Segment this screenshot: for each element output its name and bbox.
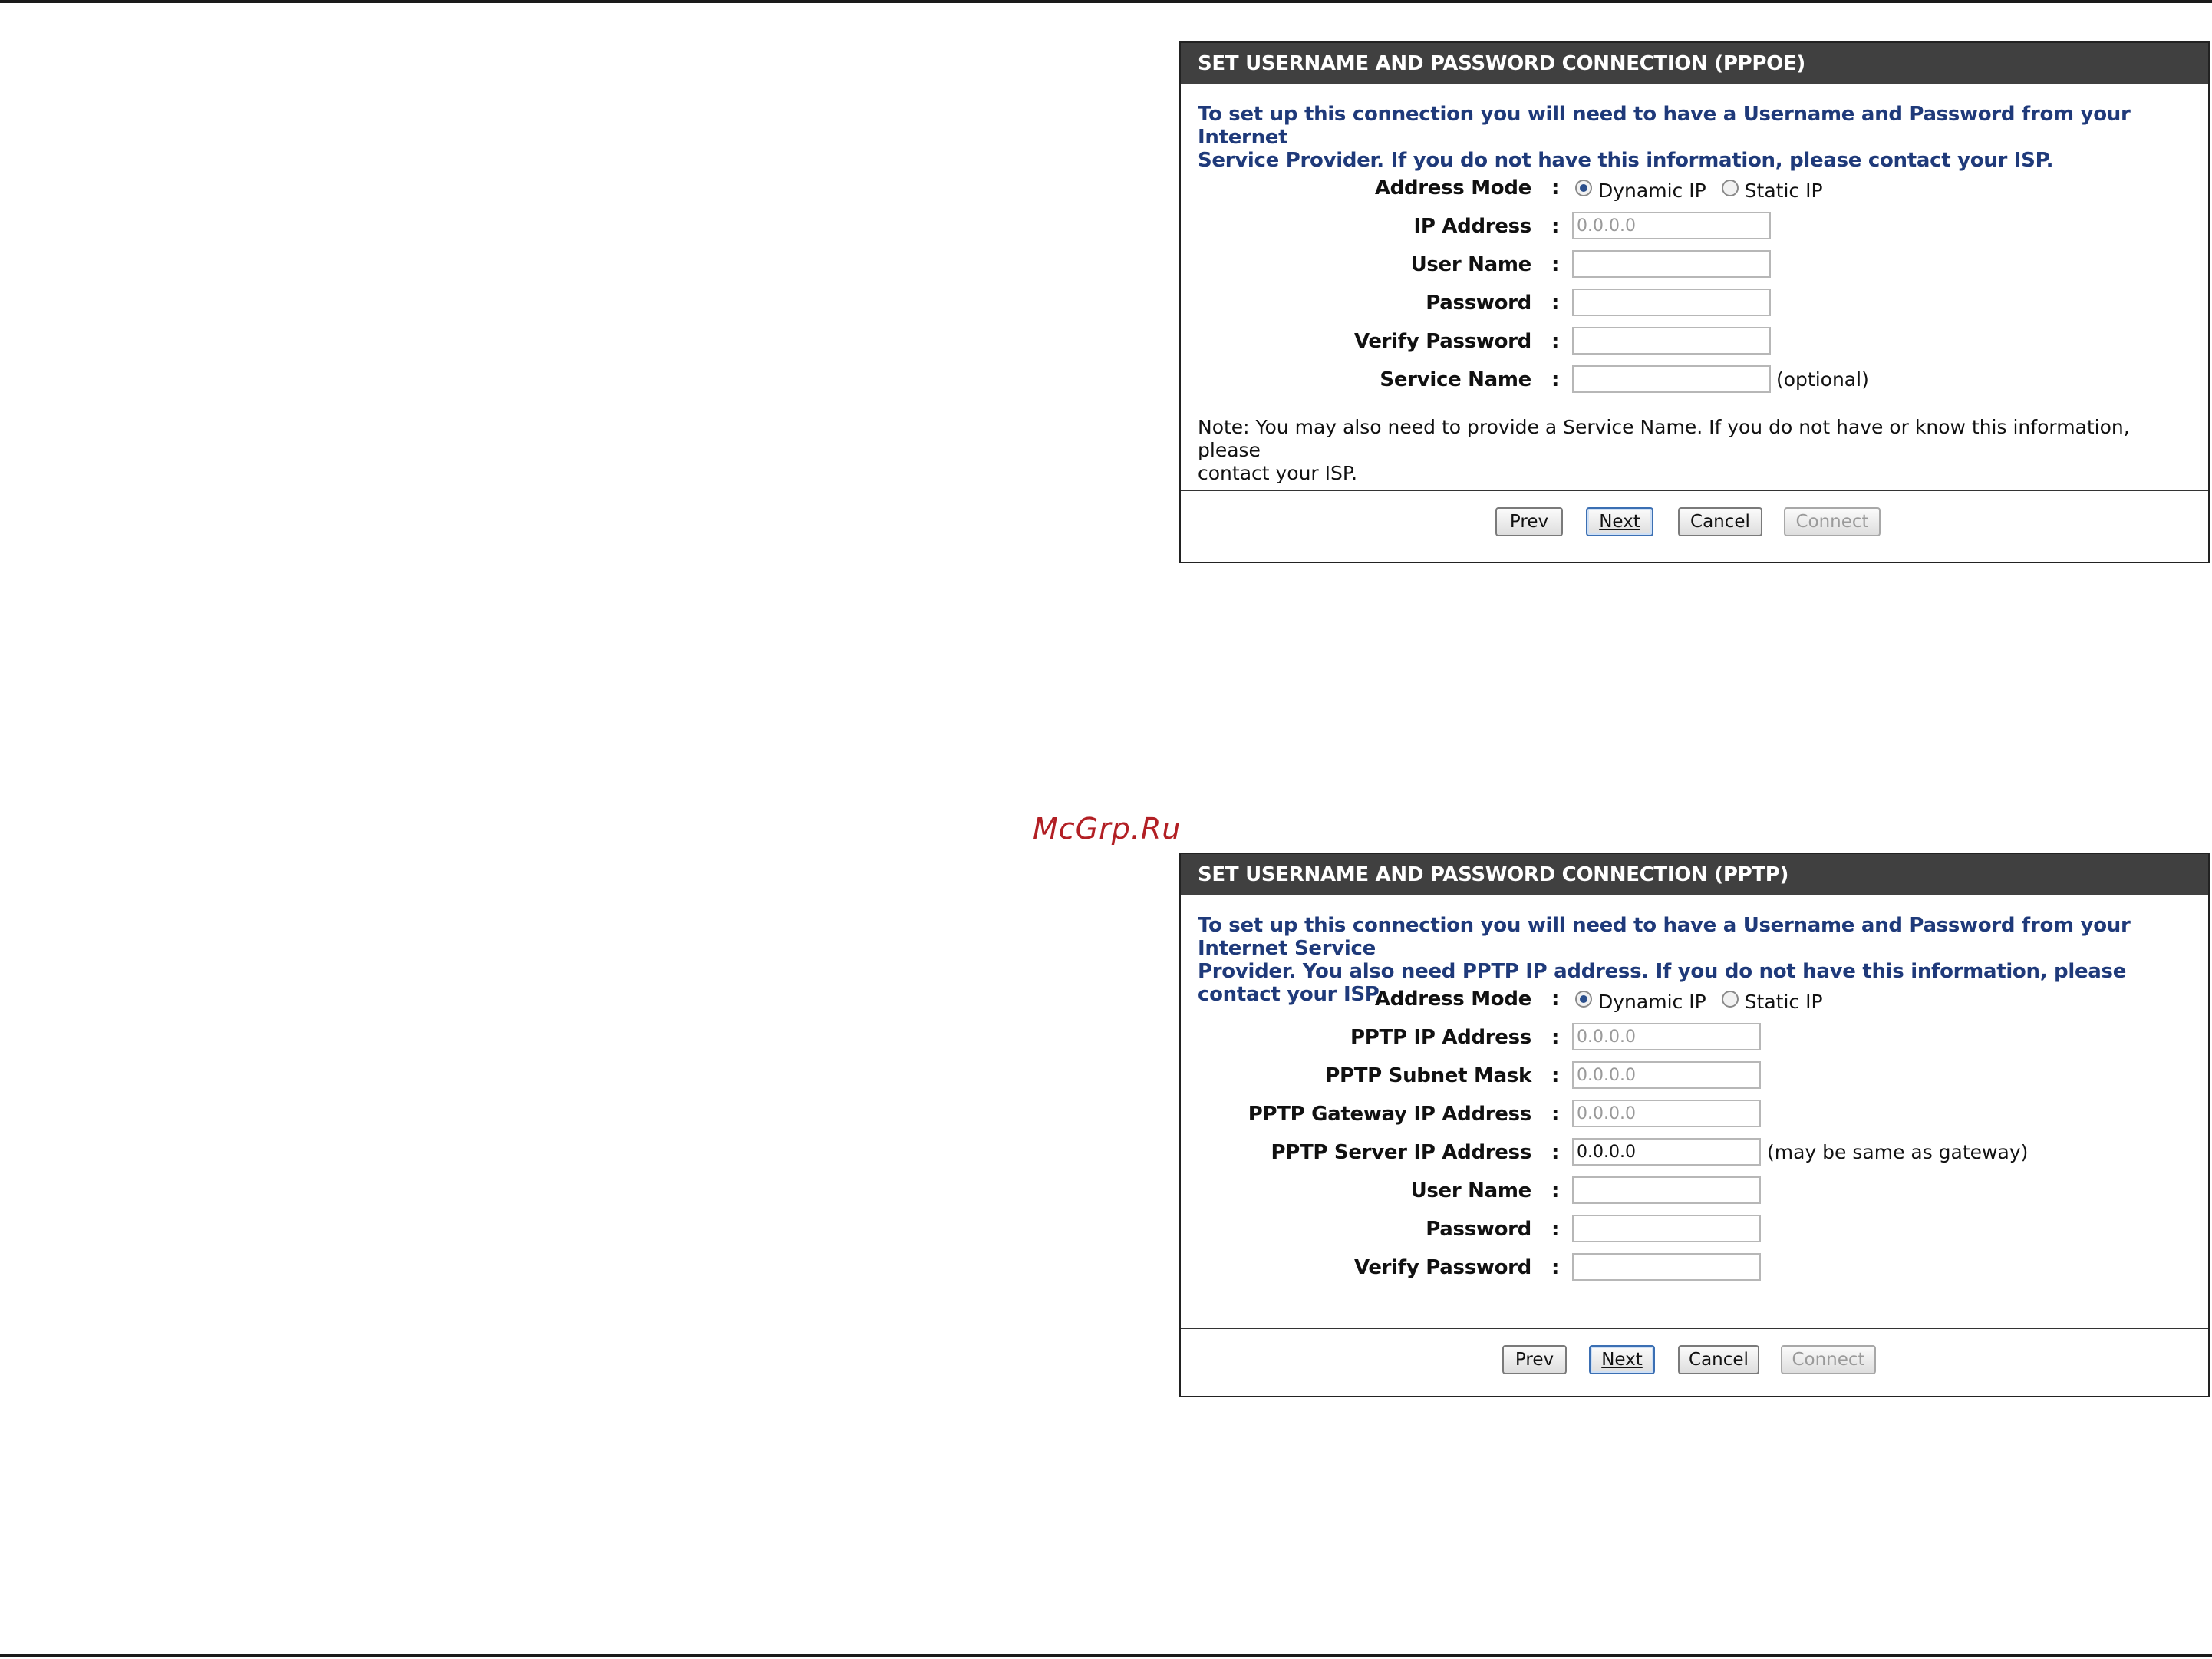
user-name-input[interactable] xyxy=(1572,250,1771,278)
static-ip-label: Static IP xyxy=(1744,990,1823,1013)
pptp-address-mode-row: Address Mode : Dynamic IP Static IP xyxy=(1181,983,2208,1015)
ip-address-label: IP Address xyxy=(1413,215,1531,238)
verify-password-input[interactable] xyxy=(1572,327,1771,355)
colon: : xyxy=(1551,330,1560,353)
pppoe-intro: To set up this connection you will need … xyxy=(1198,103,2191,172)
pptp-server-label: PPTP Server IP Address xyxy=(1271,1141,1531,1164)
verify-password-label: Verify Password xyxy=(1353,330,1531,353)
cancel-button[interactable]: Cancel xyxy=(1678,1345,1759,1374)
pppoe-password-row: Password : xyxy=(1181,287,2208,319)
static-ip-radio[interactable] xyxy=(1721,180,1739,196)
pppoe-panel-title: SET USERNAME AND PASSWORD CONNECTION (PP… xyxy=(1181,43,2208,84)
pptp-subnet-mask-input[interactable] xyxy=(1572,1061,1761,1089)
pptp-server-row: PPTP Server IP Address : (may be same as… xyxy=(1181,1136,2208,1169)
colon: : xyxy=(1551,1218,1560,1241)
pptp-divider xyxy=(1181,1328,2208,1329)
pppoe-intro-line1: To set up this connection you will need … xyxy=(1198,103,2131,149)
pppoe-panel-body: To set up this connection you will need … xyxy=(1181,103,2208,172)
pptp-subnet-mask-row: PPTP Subnet Mask : xyxy=(1181,1060,2208,1092)
pppoe-note: Note: You may also need to provide a Ser… xyxy=(1198,416,2187,485)
watermark-text: McGrp.Ru xyxy=(1033,812,1182,846)
pptp-server-hint: (may be same as gateway) xyxy=(1767,1141,2029,1163)
pppoe-ip-address-row: IP Address : xyxy=(1181,210,2208,242)
pptp-panel: SET USERNAME AND PASSWORD CONNECTION (PP… xyxy=(1179,853,2210,1397)
pptp-user-name-row: User Name : xyxy=(1181,1175,2208,1207)
pptp-verify-password-row: Verify Password : xyxy=(1181,1252,2208,1284)
verify-password-label: Verify Password xyxy=(1353,1256,1531,1279)
colon: : xyxy=(1551,368,1560,391)
service-name-hint: (optional) xyxy=(1776,368,1869,391)
pptp-subnet-mask-label: PPTP Subnet Mask xyxy=(1325,1064,1531,1087)
password-input[interactable] xyxy=(1572,289,1771,316)
colon: : xyxy=(1551,1141,1560,1164)
pptp-password-row: Password : xyxy=(1181,1213,2208,1245)
prev-button[interactable]: Prev xyxy=(1495,507,1563,536)
colon: : xyxy=(1551,253,1560,276)
next-button[interactable]: Next xyxy=(1589,1345,1655,1374)
pppoe-divider xyxy=(1181,490,2208,491)
password-label: Password xyxy=(1426,1218,1531,1241)
pppoe-address-mode-row: Address Mode : Dynamic IP Static IP xyxy=(1181,172,2208,204)
pptp-gateway-row: PPTP Gateway IP Address : xyxy=(1181,1098,2208,1130)
pptp-ip-address-label: PPTP IP Address xyxy=(1350,1026,1531,1049)
static-ip-label: Static IP xyxy=(1744,179,1823,202)
colon: : xyxy=(1551,292,1560,315)
dynamic-ip-radio[interactable] xyxy=(1575,180,1592,196)
next-button[interactable]: Next xyxy=(1586,507,1653,536)
pptp-server-input[interactable] xyxy=(1572,1138,1761,1166)
pptp-gateway-label: PPTP Gateway IP Address xyxy=(1248,1103,1532,1126)
pppoe-note-line1: Note: You may also need to provide a Ser… xyxy=(1198,416,2130,461)
pppoe-verify-password-row: Verify Password : xyxy=(1181,325,2208,358)
user-name-input[interactable] xyxy=(1572,1176,1761,1204)
colon: : xyxy=(1551,988,1560,1011)
bottom-rule xyxy=(0,1654,2212,1657)
pptp-button-bar: Prev Next Cancel Connect xyxy=(1181,1345,2208,1376)
top-rule xyxy=(0,0,2212,3)
address-mode-label: Address Mode xyxy=(1374,176,1531,200)
pptp-intro-line1: To set up this connection you will need … xyxy=(1198,914,2131,960)
user-name-label: User Name xyxy=(1410,1179,1532,1202)
colon: : xyxy=(1551,1103,1560,1126)
pppoe-intro-line2: Service Provider. If you do not have thi… xyxy=(1198,149,2054,172)
ip-address-input[interactable] xyxy=(1572,212,1771,239)
pppoe-note-line2: contact your ISP. xyxy=(1198,462,1358,484)
connect-button[interactable]: Connect xyxy=(1784,507,1881,536)
colon: : xyxy=(1551,1064,1560,1087)
user-name-label: User Name xyxy=(1410,253,1532,276)
pptp-gateway-input[interactable] xyxy=(1572,1100,1761,1127)
address-mode-radio-group: Dynamic IP Static IP xyxy=(1572,983,1835,1015)
pppoe-panel: SET USERNAME AND PASSWORD CONNECTION (PP… xyxy=(1179,41,2210,563)
address-mode-radio-group: Dynamic IP Static IP xyxy=(1572,172,1835,204)
address-mode-label: Address Mode xyxy=(1374,988,1531,1011)
colon: : xyxy=(1551,1256,1560,1279)
verify-password-input[interactable] xyxy=(1572,1253,1761,1281)
pptp-ip-address-row: PPTP IP Address : xyxy=(1181,1021,2208,1054)
cancel-button[interactable]: Cancel xyxy=(1678,507,1762,536)
connect-button[interactable]: Connect xyxy=(1781,1345,1876,1374)
service-name-label: Service Name xyxy=(1380,368,1531,391)
colon: : xyxy=(1551,176,1560,200)
dynamic-ip-label: Dynamic IP xyxy=(1598,179,1706,202)
service-name-input[interactable] xyxy=(1572,365,1771,393)
colon: : xyxy=(1551,1179,1560,1202)
pppoe-button-bar: Prev Next Cancel Connect xyxy=(1181,507,2208,538)
password-input[interactable] xyxy=(1572,1215,1761,1242)
dynamic-ip-label: Dynamic IP xyxy=(1598,990,1706,1013)
pppoe-service-name-row: Service Name : (optional) xyxy=(1181,364,2208,396)
colon: : xyxy=(1551,215,1560,238)
colon: : xyxy=(1551,1026,1560,1049)
pptp-panel-title: SET USERNAME AND PASSWORD CONNECTION (PP… xyxy=(1181,854,2208,895)
password-label: Password xyxy=(1426,292,1531,315)
pptp-ip-address-input[interactable] xyxy=(1572,1023,1761,1050)
static-ip-radio[interactable] xyxy=(1721,991,1739,1008)
prev-button[interactable]: Prev xyxy=(1502,1345,1567,1374)
dynamic-ip-radio[interactable] xyxy=(1575,991,1592,1008)
pppoe-user-name-row: User Name : xyxy=(1181,249,2208,281)
